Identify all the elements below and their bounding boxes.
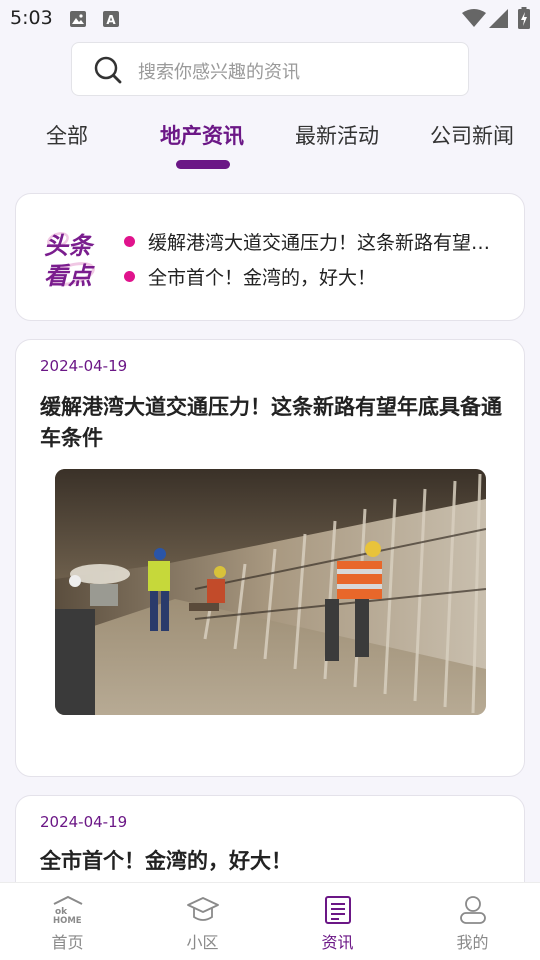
headline-logo-line2: 看点	[44, 262, 95, 290]
image-icon	[69, 10, 87, 32]
nav-home[interactable]: ok HOME 首页	[0, 883, 135, 960]
nav-community-label: 小区	[186, 933, 219, 952]
active-tab-indicator	[176, 160, 230, 169]
bottom-navigation: ok HOME 首页 小区 资讯 我的	[0, 882, 540, 960]
tab-latest-events[interactable]: 最新活动	[270, 120, 404, 150]
status-time: 5:03	[10, 7, 53, 29]
nav-community[interactable]: 小区	[135, 883, 270, 960]
headline-item[interactable]: 缓解港湾大道交通压力！这条新路有望年底具备通车条件	[124, 228, 504, 255]
nav-mine[interactable]: 我的	[405, 883, 540, 960]
search-input[interactable]: 搜索你感兴趣的资讯	[138, 58, 300, 84]
tab-all[interactable]: 全部	[0, 120, 134, 150]
headline-logo: 头条 看点	[38, 222, 128, 292]
person-icon	[457, 895, 489, 925]
tab-company-news[interactable]: 公司新闻	[405, 120, 539, 150]
nav-news-label: 资讯	[321, 933, 354, 952]
news-card[interactable]: 2024-04-19 缓解港湾大道交通压力！这条新路有望年底具备通车条件	[15, 339, 525, 777]
nav-home-label: 首页	[51, 933, 84, 952]
wifi-icon	[462, 9, 486, 32]
search-bar[interactable]: 搜索你感兴趣的资讯	[71, 42, 469, 96]
news-title: 缓解港湾大道交通压力！这条新路有望年底具备通车条件	[40, 395, 502, 450]
status-bar: 5:03 A	[0, 0, 540, 38]
headlines-card: 头条 看点 缓解港湾大道交通压力！这条新路有望年底具备通车条件 全市首个！金湾的…	[15, 193, 525, 321]
svg-text:A: A	[106, 13, 116, 27]
news-date: 2024-04-19	[40, 813, 128, 831]
ok-home-logo-icon: ok HOME	[52, 895, 84, 926]
tab-real-estate-news[interactable]: 地产资讯	[135, 120, 269, 150]
nav-news[interactable]: 资讯	[270, 883, 405, 960]
nav-mine-label: 我的	[456, 933, 489, 952]
a-font-icon: A	[102, 10, 120, 32]
search-icon	[94, 56, 122, 88]
battery-charging-icon	[518, 7, 530, 33]
headline-item[interactable]: 全市首个！金湾的，好大！	[124, 263, 504, 290]
bullet-dot	[124, 271, 135, 282]
svg-text:HOME: HOME	[53, 916, 82, 925]
headline-text: 全市首个！金湾的，好大！	[148, 267, 377, 289]
headline-logo-line1: 头条	[44, 232, 95, 260]
category-tabs: 全部 地产资讯 最新活动 公司新闻	[0, 112, 540, 172]
signal-icon	[489, 9, 508, 32]
news-title: 全市首个！金湾的，好大！	[40, 849, 292, 873]
news-document-icon	[322, 895, 354, 925]
tunnel-construction-photo[interactable]	[55, 469, 486, 715]
bullet-dot	[124, 236, 135, 247]
news-date: 2024-04-19	[40, 357, 128, 375]
graduation-cap-icon	[187, 895, 219, 925]
headline-text: 缓解港湾大道交通压力！这条新路有望年底具备通车条件	[148, 232, 504, 254]
